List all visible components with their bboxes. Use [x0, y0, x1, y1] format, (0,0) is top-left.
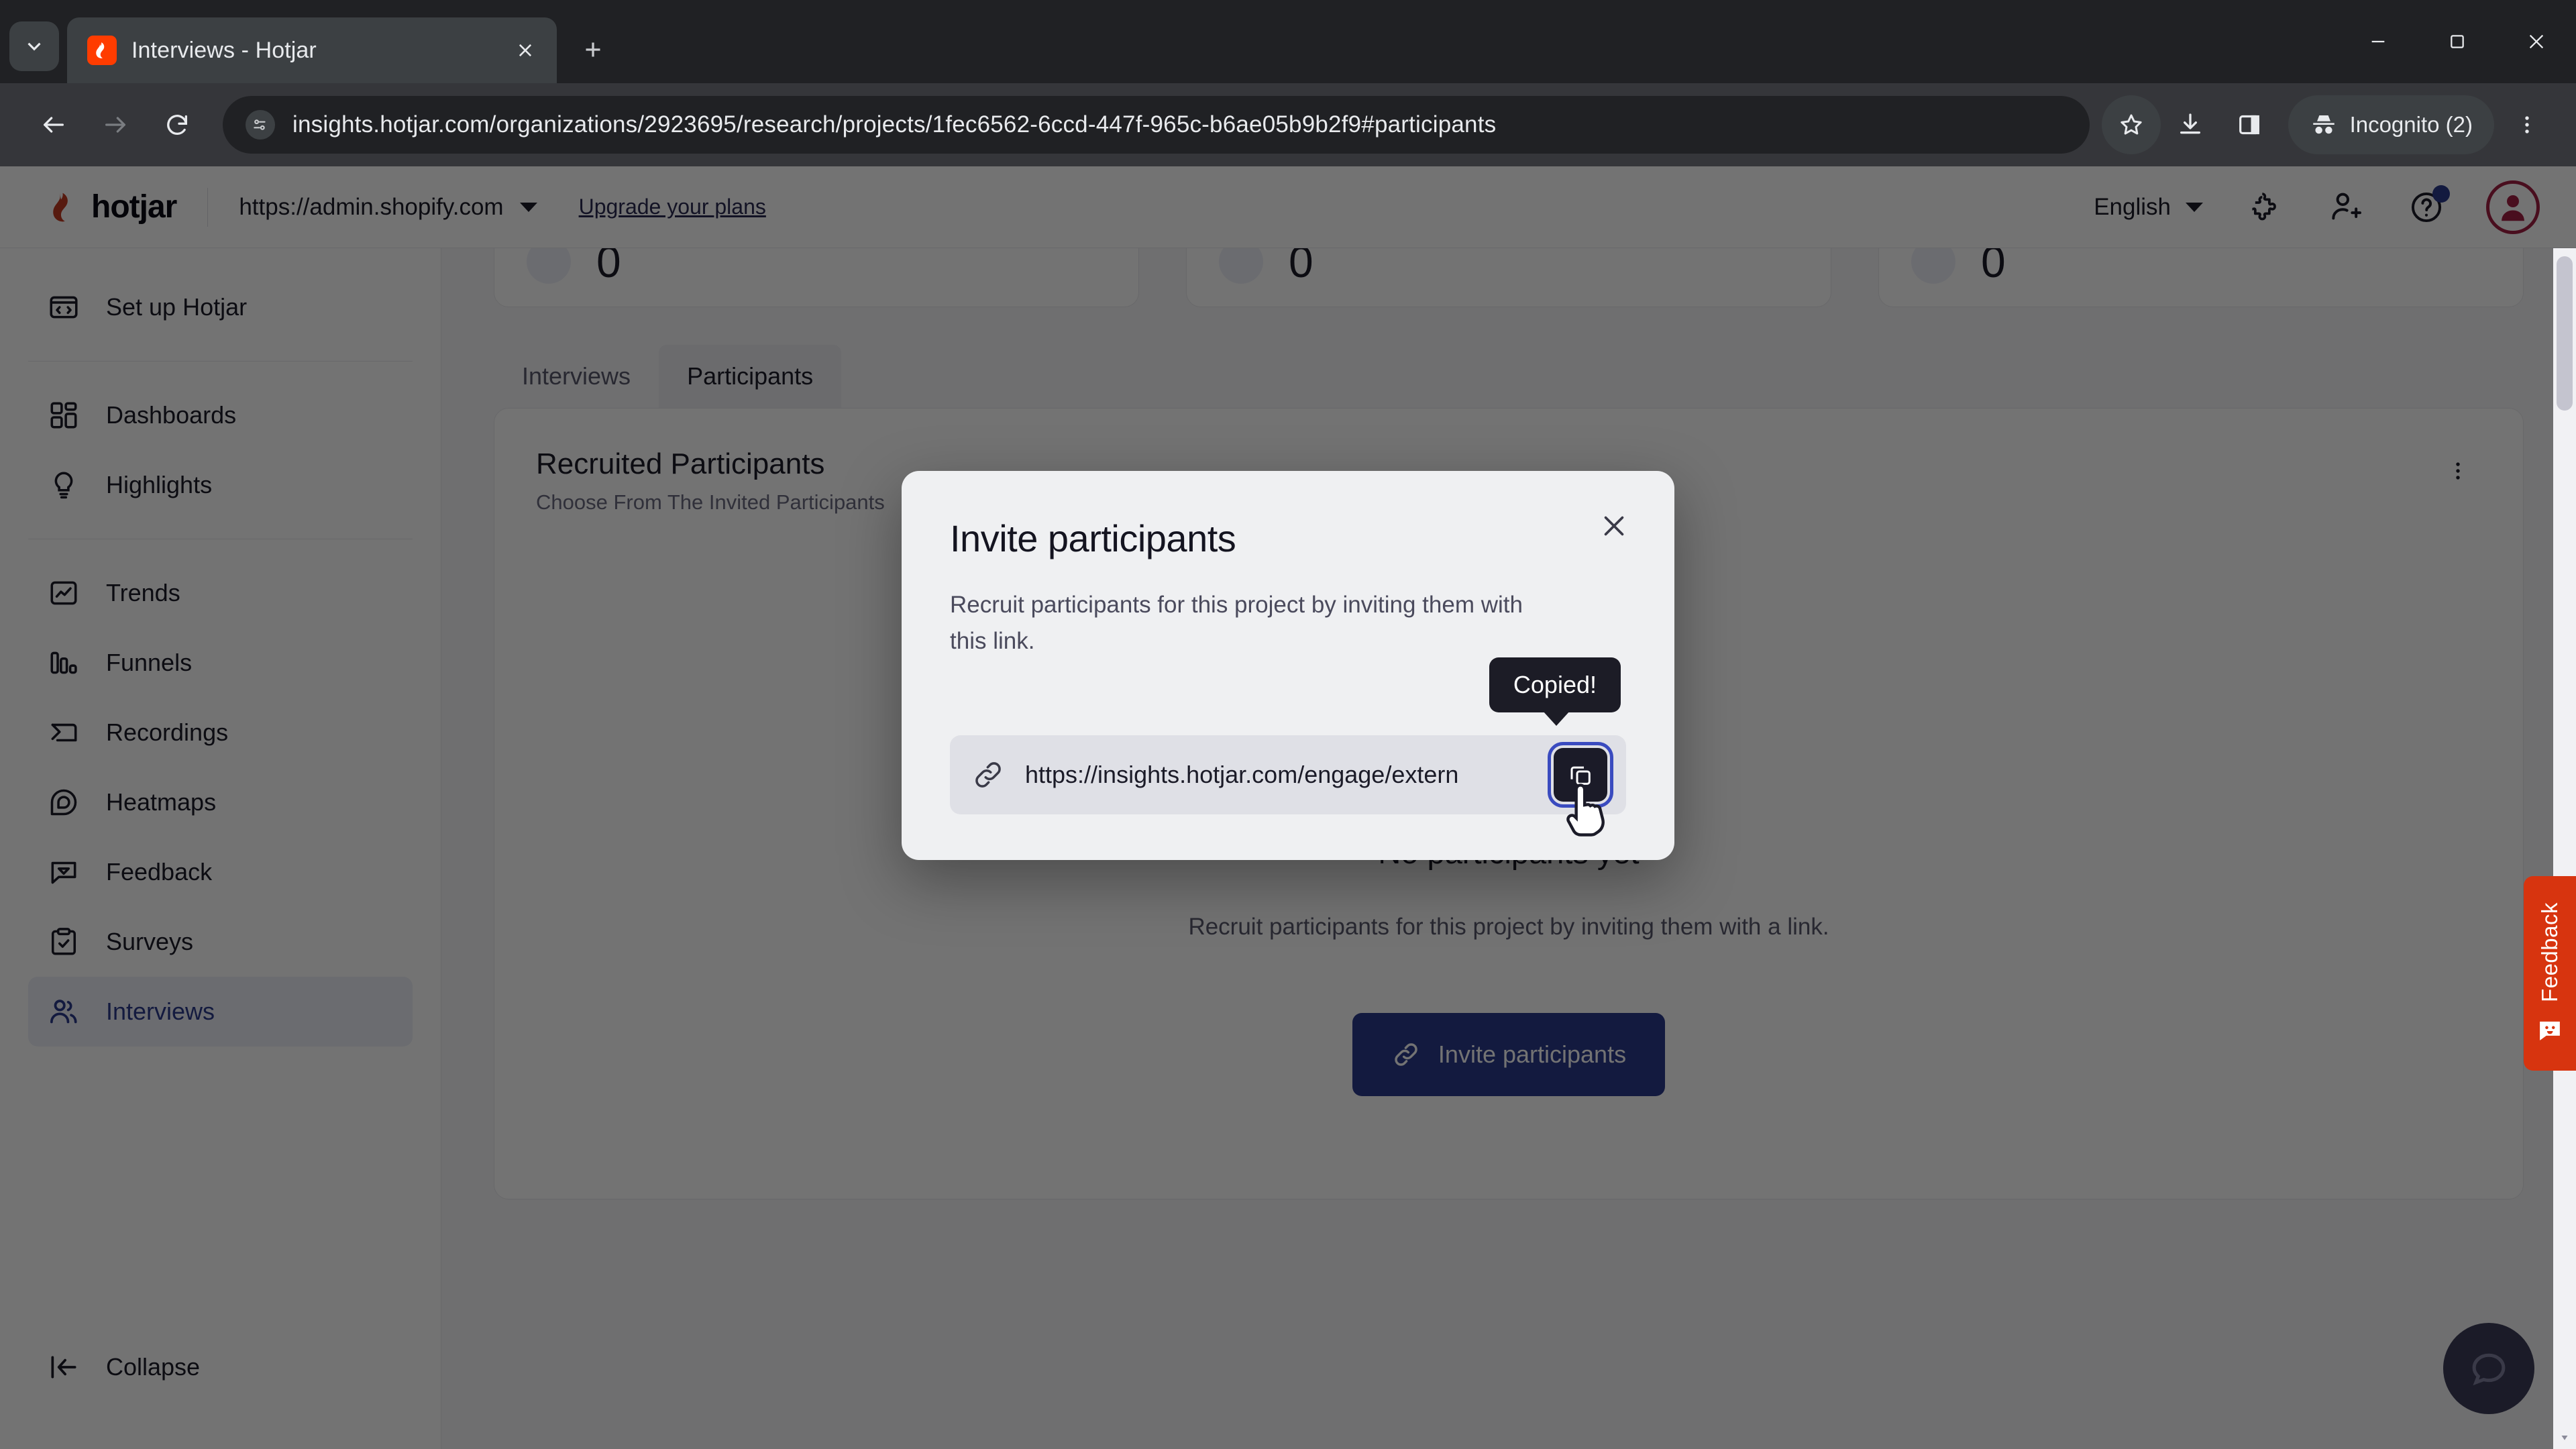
window-close-button[interactable] — [2497, 0, 2576, 83]
browser-window: Interviews - Hotjar insights.hotjar.com/… — [0, 0, 2576, 1449]
copied-tooltip: Copied! — [1489, 657, 1621, 726]
hotjar-flame-icon — [87, 36, 117, 65]
reload-button[interactable] — [146, 94, 208, 156]
chevron-down-icon — [28, 42, 41, 51]
address-bar-url: insights.hotjar.com/organizations/292369… — [292, 111, 1497, 138]
downloads-button[interactable] — [2161, 95, 2220, 154]
minimize-button[interactable] — [2339, 0, 2418, 83]
modal-description: Recruit participants for this project by… — [950, 592, 1523, 655]
arrow-right-icon — [105, 117, 125, 133]
kebab-menu-icon — [2525, 116, 2529, 133]
mouse-cursor-pointer — [1566, 784, 1605, 837]
invite-link-field[interactable]: https://insights.hotjar.com/engage/exter… — [950, 735, 1626, 814]
modal-title: Invite participants — [950, 517, 1236, 559]
plus-icon — [586, 42, 600, 57]
tab-search-button[interactable] — [9, 21, 59, 71]
new-tab-button[interactable] — [570, 27, 616, 72]
invite-link-row: Copied! https://insights.hotjar.com/enga… — [950, 657, 1626, 814]
star-icon — [2120, 114, 2142, 135]
profile-label: Incognito (2) — [2349, 112, 2473, 137]
site-settings-icon[interactable] — [246, 110, 275, 140]
profile-chip[interactable]: Incognito (2) — [2288, 95, 2494, 154]
browser-tab[interactable]: Interviews - Hotjar — [67, 17, 557, 83]
maximize-button[interactable] — [2418, 0, 2497, 83]
tab-close-button[interactable] — [508, 34, 542, 67]
close-icon — [519, 44, 532, 57]
invite-participants-modal-wrapper: Invite participants Recruit participants… — [0, 166, 2576, 1449]
side-panel-button[interactable] — [2220, 95, 2279, 154]
close-icon — [1604, 516, 1624, 536]
bookmark-button[interactable] — [2101, 95, 2161, 154]
back-button[interactable] — [23, 94, 85, 156]
arrow-left-icon — [44, 117, 64, 133]
tab-strip: Interviews - Hotjar — [0, 0, 2576, 83]
maximize-icon — [2451, 35, 2464, 48]
invite-participants-modal: Invite participants Recruit participants… — [902, 471, 1674, 860]
window-close-icon — [2529, 34, 2544, 49]
window-controls — [2339, 0, 2576, 83]
link-icon — [975, 761, 1001, 788]
address-bar[interactable]: insights.hotjar.com/organizations/292369… — [223, 96, 2090, 154]
forward-button[interactable] — [85, 94, 146, 156]
tab-title: Interviews - Hotjar — [131, 37, 317, 63]
side-panel-icon — [2239, 115, 2259, 135]
incognito-icon — [2312, 115, 2334, 134]
modal-close-button[interactable] — [1590, 502, 1638, 550]
browser-toolbar: insights.hotjar.com/organizations/292369… — [0, 83, 2576, 166]
page-content: hotjar https://admin.shopify.com Upgrade… — [0, 166, 2576, 1449]
download-icon — [2180, 113, 2200, 134]
reload-icon — [167, 115, 187, 135]
invite-link-text: https://insights.hotjar.com/engage/exter… — [1025, 760, 1459, 788]
minimize-icon — [2371, 40, 2385, 43]
browser-menu-button[interactable] — [2501, 95, 2553, 154]
